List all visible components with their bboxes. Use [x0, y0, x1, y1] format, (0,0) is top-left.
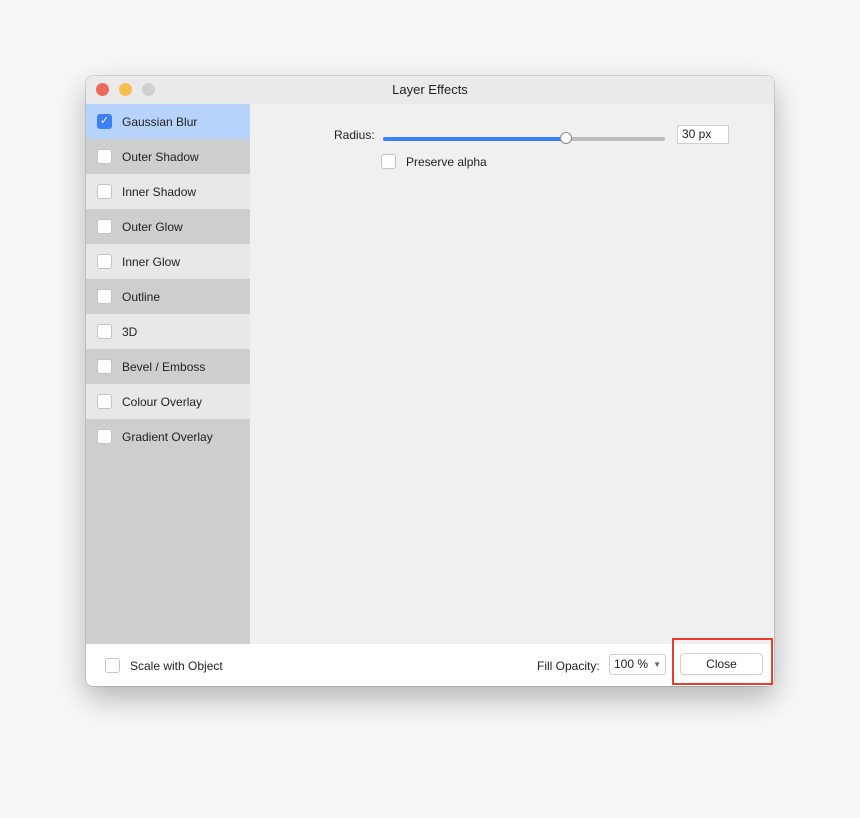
- effect-checkbox[interactable]: [97, 184, 112, 199]
- slider-fill: [383, 137, 567, 141]
- preserve-alpha-checkbox[interactable]: [381, 154, 396, 169]
- effect-label: Inner Shadow: [122, 184, 197, 199]
- window-title: Layer Effects: [392, 82, 468, 97]
- effect-label: Bevel / Emboss: [122, 359, 206, 374]
- sidebar-item-outer-glow[interactable]: Outer Glow: [86, 209, 250, 244]
- sidebar-item-gaussian-blur[interactable]: ✓ Gaussian Blur: [86, 104, 250, 139]
- sidebar-item-outer-shadow[interactable]: Outer Shadow: [86, 139, 250, 174]
- preserve-alpha-label: Preserve alpha: [406, 154, 487, 169]
- sidebar-item-inner-shadow[interactable]: Inner Shadow: [86, 174, 250, 209]
- radius-slider[interactable]: [383, 132, 665, 148]
- fill-opacity-select[interactable]: 100 % ▼: [609, 654, 666, 675]
- sidebar-item-3d[interactable]: 3D: [86, 314, 250, 349]
- effect-checkbox[interactable]: [97, 149, 112, 164]
- effect-label: Gradient Overlay: [122, 429, 213, 444]
- title-bar: Layer Effects: [86, 76, 774, 104]
- scale-with-object-checkbox[interactable]: [105, 658, 120, 673]
- effect-checkbox[interactable]: [97, 359, 112, 374]
- preserve-alpha-option[interactable]: Preserve alpha: [381, 154, 487, 169]
- effect-checkbox[interactable]: [97, 394, 112, 409]
- effect-checkbox[interactable]: ✓: [97, 114, 112, 129]
- effect-label: Inner Glow: [122, 254, 181, 269]
- effect-label: Outer Shadow: [122, 149, 199, 164]
- footer-bar: Scale with Object Fill Opacity: 100 % ▼ …: [86, 644, 774, 686]
- effect-checkbox[interactable]: [97, 219, 112, 234]
- radius-input[interactable]: 30 px: [677, 125, 729, 144]
- sidebar-item-gradient-overlay[interactable]: Gradient Overlay: [86, 419, 250, 454]
- sidebar-item-colour-overlay[interactable]: Colour Overlay: [86, 384, 250, 419]
- sidebar-item-bevel-emboss[interactable]: Bevel / Emboss: [86, 349, 250, 384]
- effect-label: Outline: [122, 289, 161, 304]
- sidebar-item-outline[interactable]: Outline: [86, 279, 250, 314]
- fill-opacity-value: 100 %: [614, 657, 649, 671]
- effect-settings-panel: Radius: 30 px Preserve alpha: [250, 104, 774, 644]
- slider-thumb[interactable]: [560, 132, 573, 144]
- layer-effects-window: Layer Effects ✓ Gaussian Blur Outer Shadow…: [86, 76, 774, 686]
- effect-label: Outer Glow: [122, 219, 183, 234]
- effect-checkbox[interactable]: [97, 324, 112, 339]
- scale-with-object-option[interactable]: Scale with Object: [105, 658, 223, 673]
- effect-label: Colour Overlay: [122, 394, 203, 409]
- effects-list: ✓ Gaussian Blur Outer Shadow Inner Shadow Ou…: [86, 104, 250, 644]
- effect-label: 3D: [122, 324, 138, 339]
- close-button-highlight: [672, 638, 773, 685]
- effect-checkbox[interactable]: [97, 254, 112, 269]
- dropdown-arrow-icon: ▼: [653, 660, 661, 669]
- effect-label: Gaussian Blur: [122, 114, 198, 129]
- effect-checkbox[interactable]: [97, 429, 112, 444]
- scale-with-object-label: Scale with Object: [130, 658, 223, 673]
- fill-opacity-label: Fill Opacity:: [537, 659, 600, 673]
- effect-checkbox[interactable]: [97, 289, 112, 304]
- radius-label: Radius:: [334, 128, 375, 142]
- sidebar-item-inner-glow[interactable]: Inner Glow: [86, 244, 250, 279]
